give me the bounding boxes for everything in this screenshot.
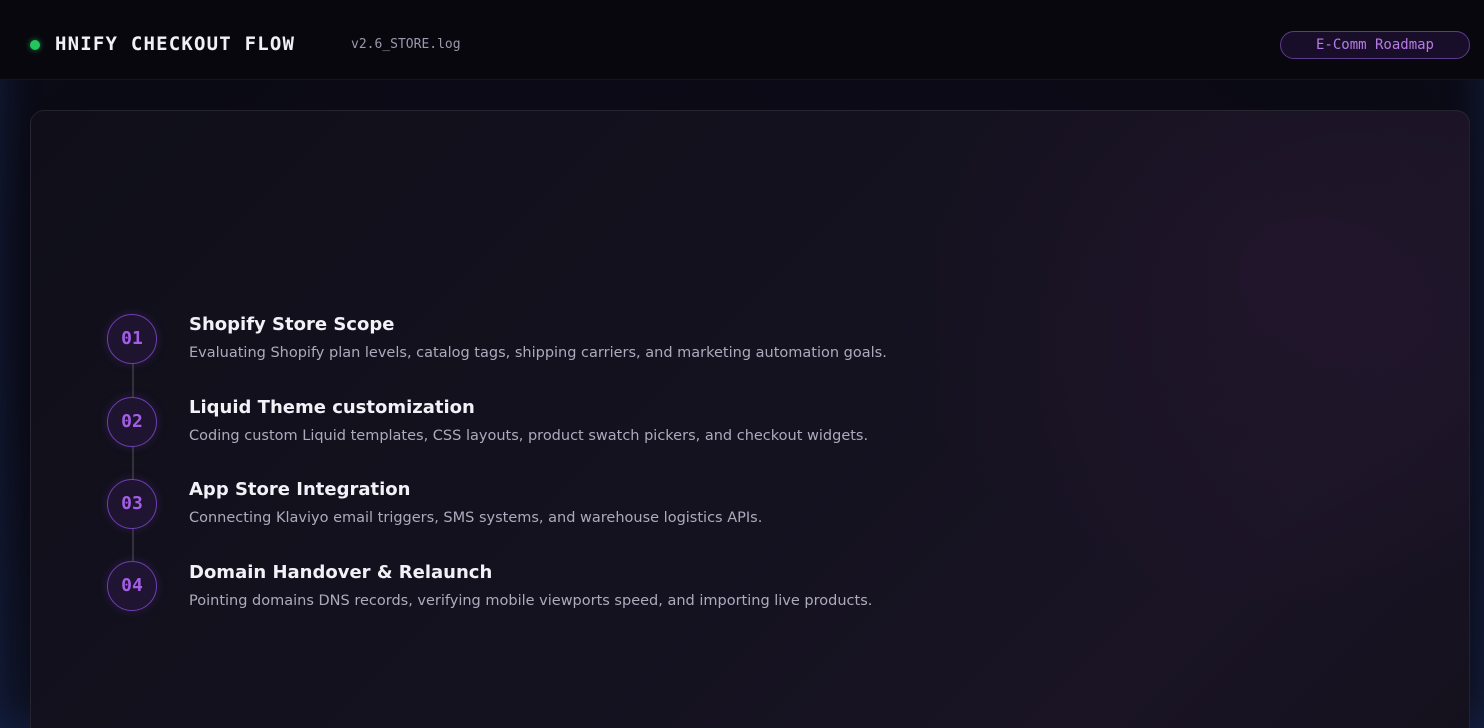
step-description: Coding custom Liquid templates, CSS layo… <box>189 428 869 444</box>
step-number-badge: 02 <box>107 397 157 447</box>
panel-glow <box>869 111 1469 611</box>
step-title: Domain Handover & Relaunch <box>189 562 493 583</box>
step-description: Evaluating Shopify plan levels, catalog … <box>189 345 887 361</box>
app-title: HNIFY CHECKOUT FLOW <box>55 33 296 55</box>
app-frame: HNIFY CHECKOUT FLOW v2.6_STORE.log E-Com… <box>0 0 1484 728</box>
step-number-badge: 03 <box>107 479 157 529</box>
version-label: v2.6_STORE.log <box>351 37 461 52</box>
roadmap-badge[interactable]: E-Comm Roadmap <box>1280 31 1470 59</box>
step-number-badge: 01 <box>107 314 157 364</box>
timeline-connector <box>132 529 134 561</box>
step-number-badge: 04 <box>107 561 157 611</box>
status-indicator-icon <box>30 40 40 50</box>
step-description: Connecting Klaviyo email triggers, SMS s… <box>189 510 763 526</box>
roadmap-panel: 01 Shopify Store Scope Evaluating Shopif… <box>30 110 1470 728</box>
step-description: Pointing domains DNS records, verifying … <box>189 593 873 609</box>
timeline-connector <box>132 447 134 479</box>
top-bar: HNIFY CHECKOUT FLOW v2.6_STORE.log E-Com… <box>0 0 1484 80</box>
timeline-connector <box>132 364 134 397</box>
step-title: Liquid Theme customization <box>189 397 475 418</box>
step-title: App Store Integration <box>189 479 411 500</box>
step-title: Shopify Store Scope <box>189 314 395 335</box>
